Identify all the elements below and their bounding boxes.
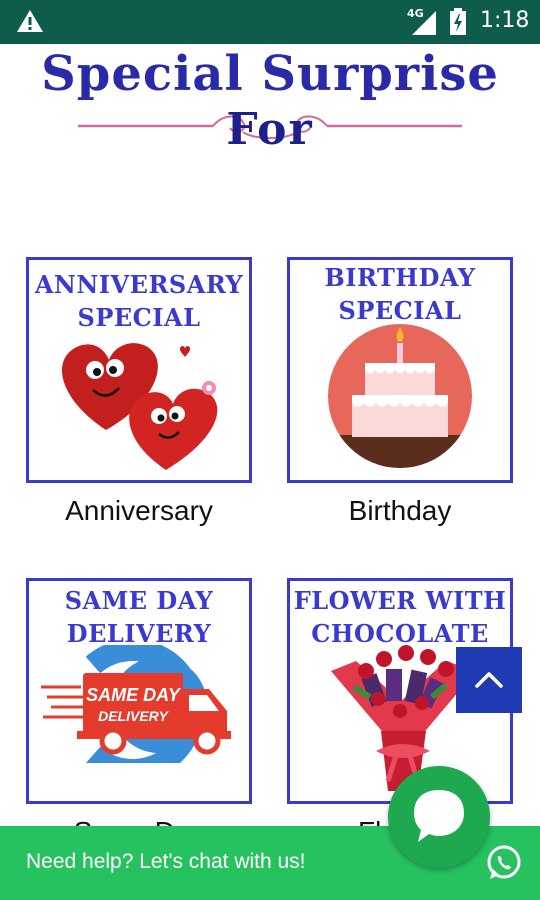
cake-icon: [328, 324, 472, 468]
card-image[interactable]: BIRTHDAY SPECIAL: [287, 257, 513, 483]
warning-icon: [17, 10, 43, 32]
category-card-anniversary[interactable]: ANNIVERSARY SPECIAL Anniversary: [26, 257, 252, 527]
category-card-same-day-delivery[interactable]: SAME DAY DELIVERY SAME DAY DELIVERY Same…: [26, 578, 252, 848]
battery-charging-icon: [450, 8, 466, 35]
clock: 1:18: [480, 8, 530, 33]
card-heading-line2: SPECIAL: [77, 303, 201, 332]
chevron-up-icon: [475, 672, 503, 688]
truck-text-line1: SAME DAY: [86, 685, 182, 705]
truck-text-line2: DELIVERY: [98, 708, 169, 724]
whatsapp-icon[interactable]: [484, 843, 524, 883]
chat-bubble-icon: [414, 790, 464, 842]
delivery-truck-icon: SAME DAY DELIVERY: [41, 645, 231, 763]
scroll-to-top-button[interactable]: [456, 647, 522, 713]
card-heading-line1: BIRTHDAY: [324, 263, 476, 292]
signal-icon: [412, 11, 436, 35]
card-heading-line1: SAME DAY: [64, 586, 214, 615]
card-label[interactable]: Anniversary: [26, 495, 252, 527]
page-subtitle: For: [226, 104, 314, 155]
card-image[interactable]: ANNIVERSARY SPECIAL: [26, 257, 252, 483]
category-card-birthday[interactable]: BIRTHDAY SPECIAL Birthday: [287, 257, 513, 527]
status-bar: 4G 1:18: [0, 0, 540, 44]
card-image[interactable]: SAME DAY DELIVERY SAME DAY DELIVERY: [26, 578, 252, 804]
card-label[interactable]: Birthday: [287, 495, 513, 527]
help-bar-text[interactable]: Need help? Let's chat with us!: [26, 850, 306, 874]
chat-button[interactable]: [388, 766, 490, 868]
hearts-icon: [62, 343, 218, 470]
card-heading-line1: FLOWER WITH: [293, 586, 507, 615]
card-heading-line1: ANNIVERSARY: [34, 270, 244, 299]
page-title: Special Surprise: [41, 46, 499, 102]
